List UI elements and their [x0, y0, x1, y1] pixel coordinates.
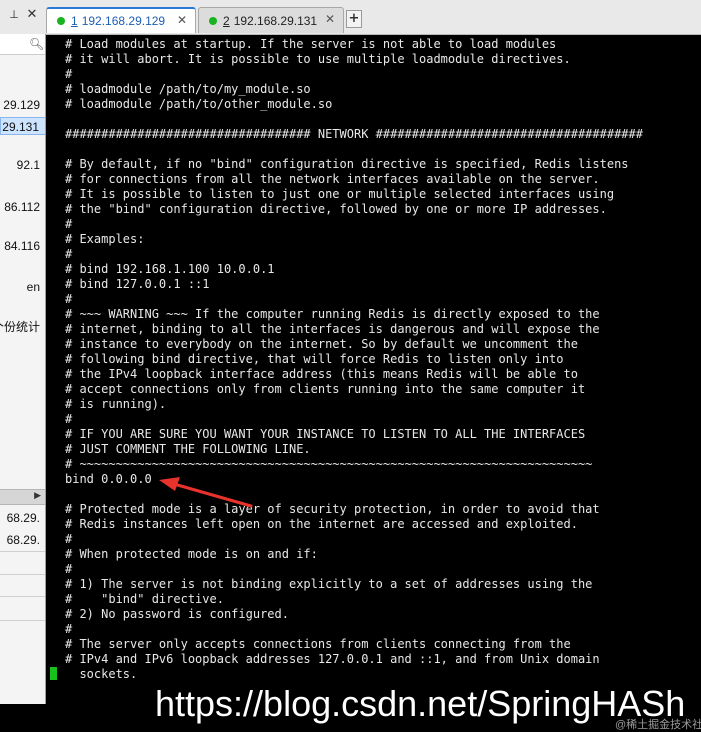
terminal-output[interactable]: # Load modules at startup. If the server…	[47, 35, 701, 731]
sidebar-item-host[interactable]: 29.129	[0, 96, 45, 114]
close-sidebar-icon[interactable]: ✕	[24, 7, 40, 25]
tab-session-1[interactable]: 1 192.168.29.129 ✕	[46, 7, 196, 33]
connected-status-icon	[209, 16, 217, 25]
sidebar-item-label: 29.131	[2, 120, 39, 134]
sidebar-item-host[interactable]: 68.29.	[0, 531, 45, 549]
tab-label: 192.168.29.129	[81, 14, 166, 28]
session-sidebar: 🔍︎ 29.129 29.131 92.1 86.112 84.116 en 个…	[0, 34, 46, 704]
sidebar-item-label: 86.112	[4, 200, 40, 214]
sidebar-item-label: 29.129	[3, 98, 40, 112]
tab-close-icon[interactable]: ✕	[177, 13, 187, 27]
sidebar-item[interactable]: en	[0, 278, 45, 296]
corner-watermark: @稀土掘金技术社区	[615, 719, 701, 731]
sidebar-item-host[interactable]: 92.1	[0, 156, 45, 174]
sidebar-item-host-selected[interactable]: 29.131	[0, 117, 45, 135]
sidebar-item-host[interactable]: 68.29.	[0, 509, 45, 527]
sidebar-item-label: 68.29.	[6, 511, 40, 525]
sidebar-item-label: 个份统计	[0, 320, 40, 334]
new-tab-button[interactable]: +	[346, 10, 362, 28]
divider	[0, 620, 45, 621]
tab-close-icon[interactable]: ✕	[325, 12, 335, 26]
connected-status-icon	[57, 17, 65, 25]
sidebar-item-label: en	[26, 280, 40, 294]
sidebar-item-host[interactable]: 86.112	[0, 198, 45, 216]
sidebar-scrollbar[interactable]: ▶	[0, 489, 45, 505]
pin-icon[interactable]: ⊥	[6, 8, 22, 24]
sidebar-item-label: 84.116	[4, 239, 40, 253]
sidebar-item-label: 92.1	[16, 158, 40, 172]
tab-session-2[interactable]: 2 192.168.29.131 ✕	[198, 7, 344, 33]
divider	[0, 551, 45, 552]
tab-label: 192.168.29.131	[233, 13, 318, 28]
tab-index: 2	[223, 13, 230, 28]
tab-index: 1	[71, 14, 78, 28]
annotation-arrow-icon	[159, 477, 253, 508]
sidebar-item[interactable]: 个份统计	[0, 318, 45, 336]
sidebar-item-host[interactable]: 84.116	[0, 237, 45, 255]
divider	[0, 574, 45, 575]
tab-bar: ⊥ ✕ 1 192.168.29.129 ✕ 2 192.168.29.131 …	[0, 0, 701, 35]
sidebar-search-input[interactable]: 🔍︎	[0, 34, 45, 55]
sidebar-item-label: 68.29.	[6, 533, 40, 547]
search-icon[interactable]: 🔍︎	[29, 37, 44, 51]
watermark-text: https://blog.csdn.net/SpringHASh	[155, 683, 686, 724]
divider	[0, 596, 45, 597]
scroll-right-icon[interactable]: ▶	[34, 490, 41, 503]
